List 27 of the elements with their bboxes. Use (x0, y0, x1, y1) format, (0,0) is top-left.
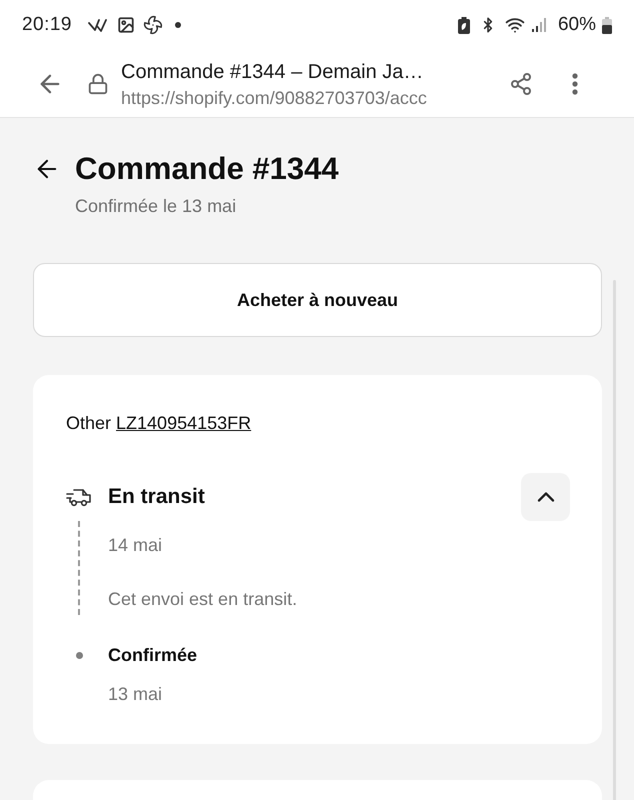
order-title: Commande #1344 (75, 151, 339, 187)
page-title: Commande #1344 – Demain Ja… (121, 60, 424, 84)
battery-icon (602, 16, 612, 34)
swoosh-icon (88, 17, 107, 33)
image-icon (116, 16, 135, 34)
event-title: En transit (108, 484, 205, 510)
status-time: 20:19 (22, 12, 72, 37)
battery-saver-icon (458, 16, 470, 34)
event-title: Confirmée (108, 644, 198, 666)
order-subtitle: Confirmée le 13 mai (75, 195, 236, 218)
event-date: 14 mai (108, 534, 162, 557)
buy-again-button[interactable]: Acheter à nouveau (33, 263, 602, 337)
event-description: Cet envoi est en transit. (108, 588, 298, 611)
collapse-button[interactable] (521, 473, 570, 521)
tracking-link[interactable]: LZ140954153FR (116, 410, 252, 436)
dot-icon (174, 22, 181, 28)
lock-icon (87, 72, 109, 96)
event-date: 13 mai (108, 683, 162, 706)
carrier-name: Other (66, 412, 112, 435)
pinwheel-icon (142, 15, 163, 35)
timeline-dot-icon (76, 652, 82, 658)
page-url[interactable]: https://shopify.com/90882703703/accc (121, 86, 427, 110)
share-icon (509, 72, 533, 96)
signal-icon (532, 18, 546, 32)
truck-icon (66, 486, 92, 508)
battery-percentage: 60% (558, 12, 596, 37)
more-icon (572, 72, 578, 94)
